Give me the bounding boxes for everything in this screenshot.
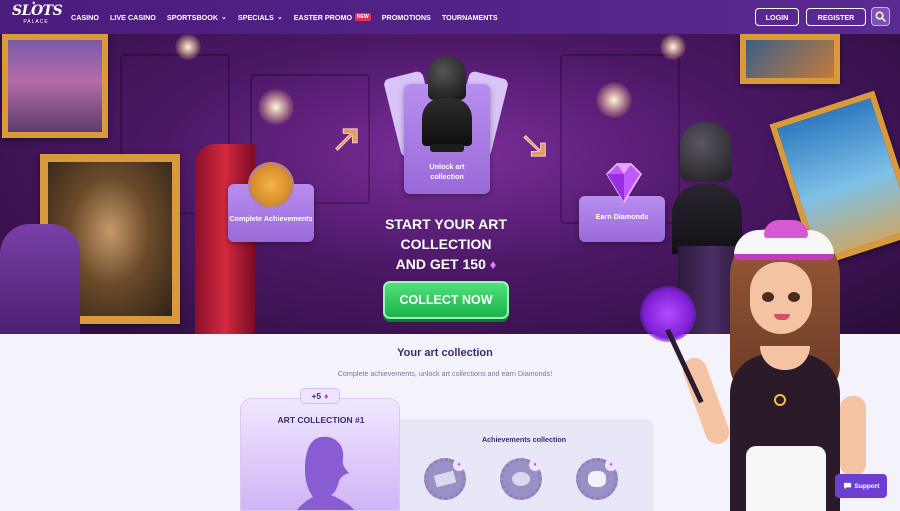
nav-tournaments[interactable]: TOURNAMENTS — [442, 13, 498, 22]
bust-statue — [680, 122, 732, 182]
search-icon — [875, 11, 886, 22]
diamond-icon: ♦ — [489, 257, 497, 272]
support-label: Support — [854, 482, 880, 490]
bust-base — [430, 144, 464, 152]
diamond-icon: ♦ — [324, 391, 329, 401]
support-button[interactable]: Support — [835, 474, 887, 498]
diamond-icon — [606, 163, 642, 204]
logo-subtext: PALACE — [23, 19, 49, 25]
chat-bubble-icon — [843, 482, 851, 490]
headline-line: AND GET 150 — [395, 256, 486, 272]
chevron-down-icon: ⌄ — [221, 14, 227, 21]
achievement-badge[interactable]: ♦ — [424, 458, 466, 500]
achievements-label: Complete Achievements — [229, 214, 313, 223]
nav-label: CASINO — [71, 12, 99, 22]
slots-palace-logo[interactable]: ♦ SLOTS PALACE — [12, 0, 63, 31]
painting-frame — [2, 34, 108, 138]
nav-live-casino[interactable]: LIVE CASINO — [110, 13, 156, 22]
search-button[interactable] — [871, 7, 890, 26]
hero-headline: START YOUR ART COLLECTION AND GET 150 ♦ — [360, 214, 532, 275]
top-header: ♦ SLOTS PALACE CASINO LIVE CASINO SPORTS… — [0, 0, 900, 34]
unlock-art-label: Unlock art collection — [429, 162, 465, 181]
nav-label: TOURNAMENTS — [441, 12, 498, 22]
bust-icon — [422, 98, 472, 146]
nav-promotions[interactable]: PROMOTIONS — [382, 13, 431, 22]
earn-diamonds-card: Earn Diamonds — [579, 163, 665, 242]
register-button[interactable]: REGISTER — [806, 8, 866, 26]
nav-sportsbook[interactable]: SPORTSBOOK ⌄ — [167, 13, 227, 22]
collect-now-button[interactable]: COLLECT NOW — [383, 281, 509, 319]
wall-lamp-icon — [596, 82, 632, 118]
achievement-badge[interactable]: ♦ — [576, 458, 618, 500]
art-piece-icon — [433, 470, 457, 488]
bust-icon — [428, 56, 466, 100]
nav-label: PROMOTIONS — [381, 12, 431, 22]
achievement-badge[interactable]: ♦ — [500, 458, 542, 500]
reward-amount: +5 — [311, 391, 322, 401]
art-collection-title: ART COLLECTION #1 — [277, 415, 365, 425]
armchair — [0, 224, 80, 334]
nav-label: SPECIALS — [237, 12, 274, 22]
painting-frame — [740, 34, 840, 84]
art-collection-card[interactable]: ART COLLECTION #1 — [240, 398, 400, 511]
complete-achievements-card: Complete Achievements — [228, 162, 314, 242]
logo-text: SLOTS — [12, 3, 63, 19]
unlock-art-card: Unlock art collection — [404, 56, 490, 194]
logo-gem-icon: ♦ — [32, 0, 36, 7]
login-button[interactable]: LOGIN — [755, 8, 799, 26]
achievements-title: Achievements collection — [481, 435, 567, 444]
nav-specials[interactable]: SPECIALS ⌄ — [238, 13, 283, 22]
main-nav: CASINO LIVE CASINO SPORTSBOOK ⌄ SPECIALS ⌄… — [71, 0, 509, 34]
art-piece-icon — [588, 471, 606, 487]
nav-label: SPORTSBOOK — [166, 12, 219, 22]
diamond-icon: ♦ — [605, 459, 617, 471]
diamond-icon: ♦ — [529, 459, 541, 471]
headline-line: START YOUR ART — [385, 216, 507, 232]
wall-lamp-icon — [175, 34, 201, 60]
diamond-icon: ♦ — [453, 459, 465, 471]
art-piece-icon — [512, 472, 530, 486]
achievement-medal-icon — [248, 162, 294, 208]
wall-lamp-icon — [258, 89, 294, 125]
nav-easter-promo[interactable]: EASTER PROMO NEW — [294, 13, 371, 22]
new-badge: NEW — [355, 13, 371, 21]
maid-character — [640, 206, 900, 511]
reward-badge: +5 ♦ — [300, 388, 340, 404]
nav-label: EASTER PROMO — [293, 12, 353, 22]
chevron-down-icon: ⌄ — [276, 14, 283, 21]
silhouette-icon — [297, 436, 355, 510]
headline-line: COLLECTION — [400, 236, 492, 252]
nav-label: LIVE CASINO — [109, 12, 156, 22]
diamonds-label: Earn Diamonds — [595, 212, 649, 221]
arrow-down-right-icon — [523, 134, 546, 157]
nav-casino[interactable]: CASINO — [71, 13, 99, 22]
wall-lamp-icon — [660, 34, 686, 60]
achievements-panel: Achievements collection ♦ ♦ ♦ — [395, 419, 653, 511]
arrow-up-right-icon — [335, 128, 358, 151]
